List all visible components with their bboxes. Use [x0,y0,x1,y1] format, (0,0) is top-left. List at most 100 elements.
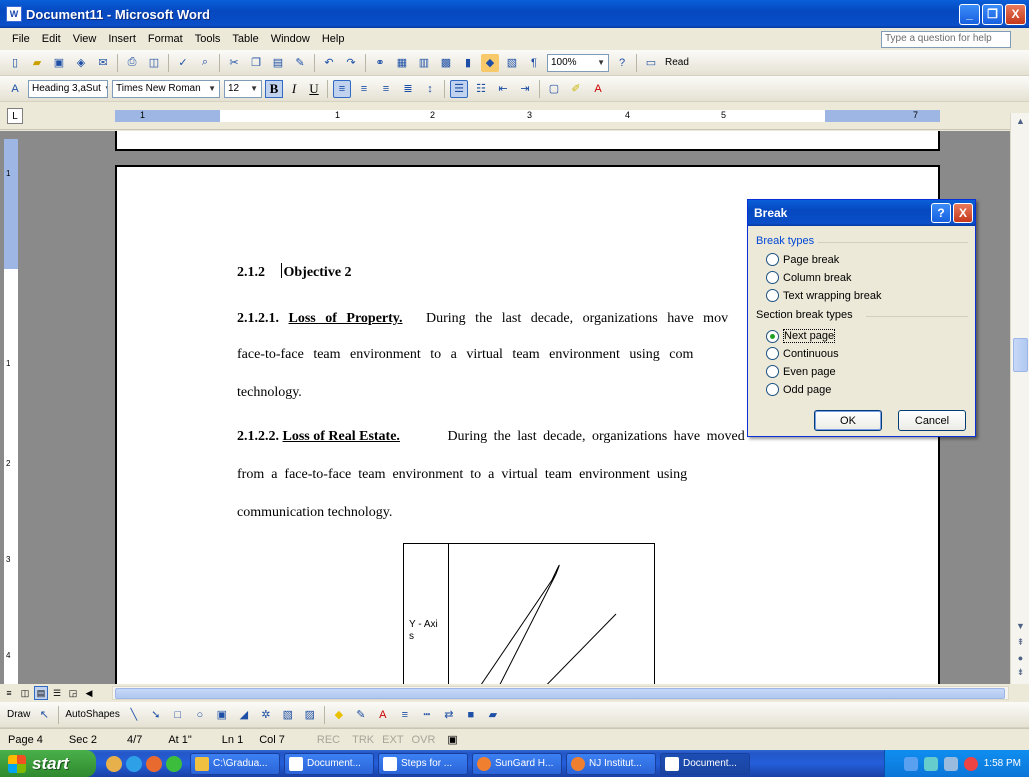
italic-button[interactable]: I [285,80,303,98]
minimize-button[interactable]: _ [959,3,980,25]
vertical-scroll-thumb[interactable] [1013,338,1028,372]
oval-icon[interactable]: ○ [191,706,209,724]
text-box-icon[interactable]: ▣ [213,706,231,724]
previous-page-icon[interactable]: ⇞ [1013,635,1028,650]
menu-insert[interactable]: Insert [102,33,142,45]
scroll-left-icon[interactable]: ◀ [82,686,96,700]
reading-layout-icon[interactable]: ◲ [66,686,80,700]
radio-even-page[interactable]: Even page [766,365,836,378]
undo-icon[interactable]: ↶ [320,54,338,72]
dialog-close-button[interactable]: X [953,203,973,223]
clip-art-icon[interactable]: ▧ [279,706,297,724]
task-folder[interactable]: C:\Gradua... [190,752,280,775]
select-objects-icon[interactable]: ↖ [35,706,53,724]
menu-window[interactable]: Window [265,33,316,45]
tray-display-icon[interactable] [943,756,958,771]
cut-icon[interactable]: ✂ [225,54,243,72]
insert-table-icon[interactable]: ▥ [415,54,433,72]
arrow-style-icon[interactable]: ⇄ [440,706,458,724]
dash-style-icon[interactable]: ┅ [418,706,436,724]
document-map-icon[interactable]: ▧ [503,54,521,72]
columns-icon[interactable]: ▮ [459,54,477,72]
task-browser-sungard[interactable]: SunGard H... [472,752,562,775]
arrow-icon[interactable]: ➘ [147,706,165,724]
3d-icon[interactable]: ▰ [484,706,502,724]
align-right-icon[interactable]: ≡ [377,80,395,98]
copy-icon[interactable]: ❐ [247,54,265,72]
scroll-down-icon[interactable]: ▼ [1013,618,1028,633]
spelling-status-icon[interactable]: ▣ [439,733,465,746]
paste-icon[interactable]: ▤ [269,54,287,72]
rectangle-icon[interactable]: □ [169,706,187,724]
print-preview-icon[interactable]: ◫ [145,54,163,72]
decrease-indent-icon[interactable]: ⇤ [494,80,512,98]
help-icon[interactable]: ? [613,54,631,72]
cancel-button[interactable]: Cancel [898,410,966,431]
select-browse-object-icon[interactable]: ● [1013,650,1028,665]
draw-menu[interactable]: Draw [4,709,33,720]
clock[interactable]: 1:58 PM [984,758,1021,769]
status-rec[interactable]: REC [293,734,348,746]
hyperlink-icon[interactable]: ⚭ [371,54,389,72]
shadow-icon[interactable]: ■ [462,706,480,724]
status-ext[interactable]: EXT [378,734,407,746]
dialog-title-bar[interactable]: Break ? X [748,200,975,226]
print-icon[interactable]: ⎙ [123,54,141,72]
next-page-icon[interactable]: ⇟ [1013,665,1028,680]
restore-button[interactable]: ❐ [982,3,1003,25]
font-combo[interactable]: Times New Roman ▼ [112,79,220,98]
read-button[interactable]: Read [662,57,692,68]
permission-icon[interactable]: ◈ [72,54,90,72]
task-word-steps[interactable]: Steps for ... [378,752,468,775]
scroll-up-icon[interactable]: ▲ [1013,113,1028,128]
read-icon[interactable]: ▭ [642,54,660,72]
task-browser-nj[interactable]: NJ Institut... [566,752,656,775]
diagram-icon[interactable]: ✲ [257,706,275,724]
firefox-icon[interactable] [146,755,162,772]
close-window-button[interactable]: X [1005,3,1026,25]
insert-excel-icon[interactable]: ▩ [437,54,455,72]
print-layout-icon[interactable]: ▤ [34,686,48,700]
task-word-active[interactable]: Document... [660,752,750,775]
highlight-icon[interactable]: ✐ [567,80,585,98]
bullets-icon[interactable]: ☷ [472,80,490,98]
menu-help[interactable]: Help [316,33,351,45]
redo-icon[interactable]: ↷ [342,54,360,72]
word-app-icon[interactable]: W [6,6,22,22]
graph-figure[interactable]: Y - Axi s [403,543,655,684]
line-style-icon[interactable]: ≡ [396,706,414,724]
task-word-document[interactable]: Document... [284,752,374,775]
menu-tools[interactable]: Tools [189,33,227,45]
numbering-icon[interactable]: ☰ [450,79,468,98]
normal-view-icon[interactable]: ≡ [2,686,16,700]
horizontal-ruler[interactable]: 1 1 2 3 4 5 7 [115,110,940,122]
outline-view-icon[interactable]: ☰ [50,686,64,700]
horizontal-scroll-thumb[interactable] [115,688,1005,699]
justify-icon[interactable]: ≣ [399,80,417,98]
start-button[interactable]: start [0,750,96,777]
menu-edit[interactable]: Edit [36,33,67,45]
save-icon[interactable]: ▣ [50,54,68,72]
line-icon[interactable]: ╲ [125,706,143,724]
bold-button[interactable]: B [265,79,283,98]
email-icon[interactable]: ✉ [94,54,112,72]
show-hide-icon[interactable]: ¶ [525,54,543,72]
menu-table[interactable]: Table [226,33,264,45]
zoom-combo[interactable]: 100% ▼ [547,53,609,72]
status-trk[interactable]: TRK [348,734,378,746]
style-combo[interactable]: Heading 3,aSut▼ [28,79,108,98]
align-left-icon[interactable]: ≡ [333,79,351,98]
tray-back-icon[interactable] [903,756,918,771]
research-icon[interactable]: ⌕ [196,54,214,72]
ok-button[interactable]: OK [814,410,882,431]
dialog-help-button[interactable]: ? [931,203,951,223]
underline-button[interactable]: U [305,80,323,98]
radio-page-break[interactable]: Page break [766,253,839,266]
tray-network-icon[interactable] [923,756,938,771]
borders-icon[interactable]: ▢ [545,80,563,98]
spelling-icon[interactable]: ✓ [174,54,192,72]
open-folder-icon[interactable]: ▰ [28,54,46,72]
tray-security-icon[interactable] [963,756,978,771]
font-color-icon[interactable]: A [589,80,607,98]
quicklaunch-icon[interactable] [166,755,182,772]
